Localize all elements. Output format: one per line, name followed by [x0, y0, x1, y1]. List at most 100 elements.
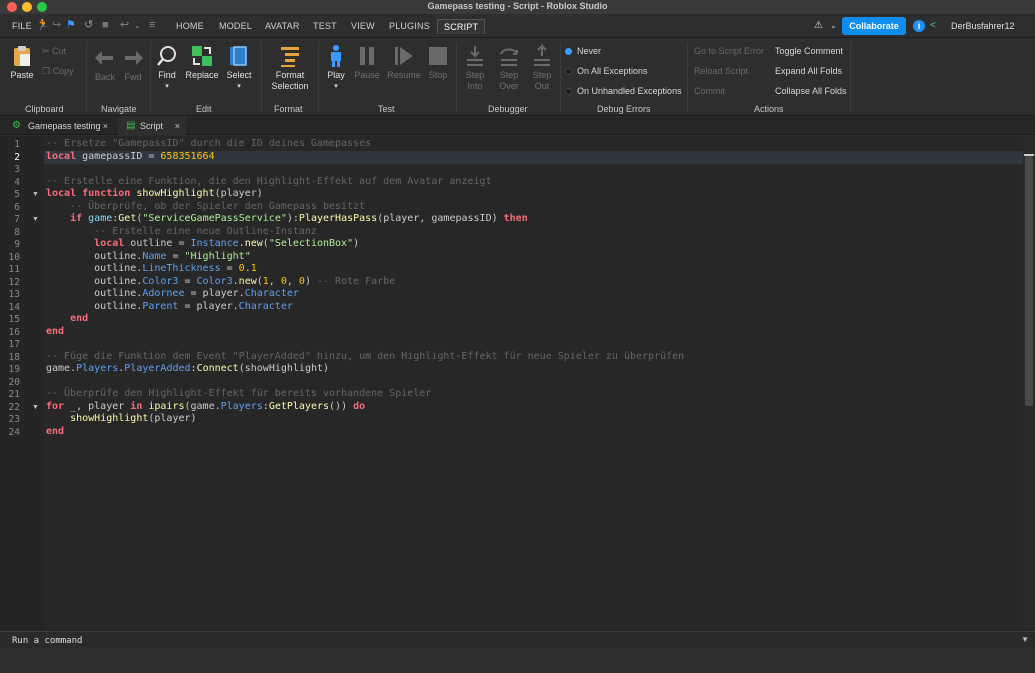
group-label-navigate: Navigate	[101, 104, 137, 114]
radio-on-unhandled[interactable]	[565, 88, 572, 95]
debug-never-label[interactable]: Never	[577, 46, 601, 56]
debug-on-all-label[interactable]: On All Exceptions	[577, 66, 648, 76]
tab-test[interactable]: TEST	[313, 21, 337, 31]
divider	[687, 42, 688, 112]
chevron-down-icon: ▾	[334, 83, 338, 90]
group-label-debug-errors: Debug Errors	[597, 104, 651, 114]
cut-button[interactable]: ✂ Cut	[42, 46, 66, 57]
code-line-4: -- Erstelle eine Funktion, die den Highl…	[46, 176, 492, 187]
divider	[560, 42, 561, 112]
more-menu-icon[interactable]: ≡	[149, 20, 155, 31]
select-button[interactable]: Select ▾	[225, 44, 253, 92]
code-line-8: -- Erstelle eine neue Outline-Instanz	[46, 226, 317, 237]
scrollbar-thumb[interactable]	[1025, 156, 1033, 406]
tab-model[interactable]: MODEL	[219, 21, 252, 31]
reload-script-button[interactable]: Reload Script	[694, 66, 748, 76]
divider	[456, 42, 457, 112]
code-line-13: outline.Adornee = player.Character	[46, 288, 299, 299]
user-name[interactable]: DerBusfahrer12	[951, 21, 1015, 31]
line-number: 14	[8, 302, 20, 313]
tab-plugins[interactable]: PLUGINS	[389, 21, 430, 31]
play-person-icon	[331, 45, 341, 67]
status-bar	[0, 649, 1035, 673]
line-number: 11	[8, 264, 20, 275]
format-selection-button[interactable]: Format Selection	[266, 44, 314, 92]
tab-script-doc[interactable]: ▤ Script ×	[118, 117, 186, 135]
tab-script[interactable]: SCRIPT	[437, 19, 486, 34]
divider	[850, 42, 851, 112]
chevron-down-icon[interactable]: ▼	[1021, 635, 1029, 644]
divider	[150, 42, 151, 112]
collapse-all-folds-button[interactable]: Collapse All Folds	[775, 86, 847, 96]
play-button[interactable]: Play ▾	[322, 44, 350, 92]
stop-icon	[429, 47, 447, 65]
goto-script-error-button[interactable]: Go to Script Error	[694, 46, 764, 56]
group-label-debugger: Debugger	[488, 104, 528, 114]
run-icon[interactable]: 🏃	[36, 20, 50, 31]
radio-never[interactable]	[565, 48, 572, 55]
line-number: 5	[14, 189, 20, 200]
share-icon[interactable]: <	[930, 20, 936, 31]
code-line-19: game.Players.PlayerAdded:Connect(showHig…	[46, 363, 330, 374]
window-title: Gamepass testing - Script - Roblox Studi…	[427, 1, 608, 11]
group-label-edit: Edit	[196, 104, 212, 114]
stop-square-icon[interactable]: ■	[102, 20, 109, 31]
step-into-icon	[467, 46, 483, 66]
stop-button[interactable]: Stop	[424, 44, 452, 81]
code-line-9: local outline = Instance.new("SelectionB…	[94, 238, 360, 249]
alert-icon[interactable]: ⚠	[814, 20, 823, 31]
debug-on-unhandled-label[interactable]: On Unhandled Exceptions	[577, 86, 682, 96]
tab-view[interactable]: VIEW	[351, 21, 375, 31]
tab-avatar[interactable]: AVATAR	[265, 21, 300, 31]
find-button[interactable]: Find ▾	[154, 44, 180, 92]
step-out-icon	[534, 44, 550, 66]
fold-arrow-icon[interactable]: ▼	[32, 404, 39, 411]
resume-icon	[395, 47, 413, 65]
redo-icon[interactable]: ↪	[52, 20, 61, 31]
script-editor[interactable]: 1 2 3 4 5 6 7 8 9 10 11 12 13 14 15 16 1…	[0, 136, 1035, 631]
code-line-15: end	[46, 313, 89, 324]
radio-on-all-exceptions[interactable]	[565, 68, 572, 75]
code-line-18: -- Füge die Funktion dem Event "PlayerAd…	[46, 351, 685, 362]
copy-button[interactable]: ❐ Copy	[42, 66, 74, 77]
close-icon[interactable]: ×	[175, 117, 180, 135]
tab-gamepass-testing[interactable]: ⚙ Gamepass testing ×	[6, 117, 114, 135]
title-bar: Gamepass testing - Script - Roblox Studi…	[0, 0, 1035, 14]
forward-button[interactable]: Fwd	[120, 46, 146, 83]
command-bar[interactable]: Run a command ▼	[0, 631, 1035, 649]
paste-button[interactable]: Paste	[8, 44, 36, 81]
undo-icon[interactable]: ↩	[120, 20, 129, 31]
team-test-icon[interactable]: ⚑	[66, 20, 76, 31]
fold-arrow-icon[interactable]: ▼	[32, 216, 39, 223]
code-line-14: outline.Parent = player.Character	[46, 301, 293, 312]
replace-button[interactable]: Replace	[184, 44, 220, 81]
expand-all-folds-button[interactable]: Expand All Folds	[775, 66, 842, 76]
commit-button[interactable]: Commit	[694, 86, 725, 96]
back-button[interactable]: Back	[92, 46, 118, 83]
pause-icon	[360, 47, 374, 65]
step-into-button[interactable]: Step Into	[460, 44, 490, 92]
step-out-button[interactable]: Step Out	[527, 44, 557, 92]
pause-button[interactable]: Pause	[352, 44, 382, 81]
line-number: 24	[8, 427, 20, 438]
divider	[86, 42, 87, 112]
replace-icon	[192, 46, 212, 66]
command-input[interactable]: Run a command	[12, 636, 82, 646]
fold-arrow-icon[interactable]: ▼	[32, 191, 39, 198]
close-icon[interactable]: ×	[103, 117, 108, 135]
menu-file[interactable]: FILE	[12, 21, 32, 31]
chevron-down-icon[interactable]: ⌄	[830, 20, 837, 31]
resume-button[interactable]: Resume	[386, 44, 422, 81]
copy-icon: ❐	[42, 66, 53, 76]
tab-home[interactable]: HOME	[176, 21, 204, 31]
line-number: 19	[8, 364, 20, 375]
collaborate-button[interactable]: Collaborate	[842, 17, 906, 35]
step-over-button[interactable]: Step Over	[494, 44, 524, 92]
reset-icon[interactable]: ↺	[84, 20, 93, 31]
info-icon[interactable]: i	[913, 20, 925, 32]
chevron-down-icon: ▾	[165, 83, 169, 90]
chevron-down-icon[interactable]: ⌄	[134, 20, 141, 31]
code-line-11: outline.LineThickness = 0.1	[46, 263, 257, 274]
divider	[318, 42, 319, 112]
toggle-comment-button[interactable]: Toggle Comment	[775, 46, 843, 56]
